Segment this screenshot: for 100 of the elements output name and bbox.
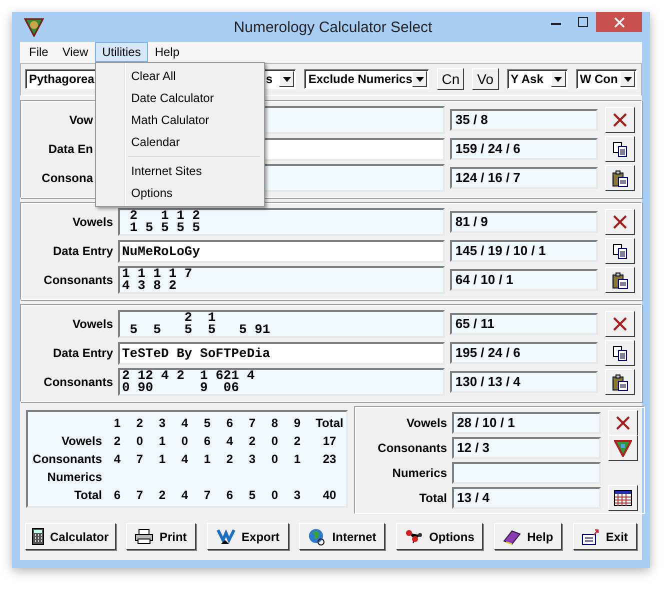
menu-option[interactable]: Options xyxy=(98,182,262,204)
clear-button[interactable] xyxy=(605,311,635,337)
clipboard-icon xyxy=(612,374,628,390)
molecule-icon xyxy=(405,528,424,544)
triangle-logo-icon xyxy=(24,17,44,37)
menu-option[interactable]: Internet Sites xyxy=(98,160,262,182)
field-label: Consonants xyxy=(44,375,113,389)
input-field: 2 12 4 2 1 621 4 0 90 9 06 xyxy=(118,368,446,396)
menu-option[interactable]: Date Calculator xyxy=(98,87,262,109)
result-field: 28 / 10 / 1 xyxy=(452,412,601,434)
field-label: Data En xyxy=(48,142,93,156)
menu-item[interactable]: Utilities xyxy=(95,42,148,62)
options-button[interactable]: Options xyxy=(396,523,484,550)
calendar-button[interactable] xyxy=(608,484,638,510)
column-header: 6 xyxy=(225,416,234,430)
input-field[interactable]: TeSTeD By SoFTPeDia xyxy=(118,342,446,364)
row-label: Consonants xyxy=(32,452,103,466)
column-header: 8 xyxy=(270,416,280,430)
table-cell: 1 xyxy=(294,452,301,466)
copy-icon xyxy=(612,345,628,361)
menu-item[interactable]: Help xyxy=(148,42,186,62)
result-field: 195 / 24 / 6 xyxy=(450,342,598,364)
book-icon xyxy=(503,528,522,544)
copy-button[interactable] xyxy=(605,136,635,162)
menu-option[interactable]: Calendar xyxy=(98,131,262,153)
maximize-icon xyxy=(578,17,588,27)
table-cell: 2 xyxy=(158,488,166,502)
calculator-icon xyxy=(32,528,44,545)
export-button[interactable]: Export xyxy=(206,523,289,550)
field-label: Consonants xyxy=(44,273,113,287)
field-label: Vowels xyxy=(72,317,113,331)
window-title: Numerology Calculator Select xyxy=(232,18,434,36)
globe-icon xyxy=(308,528,326,546)
dropdown-field[interactable]: Exclude Numerics xyxy=(304,69,430,89)
input-field[interactable]: NuMeRoLoGy xyxy=(118,240,446,262)
table-cell: 6 xyxy=(114,488,121,502)
table-cell: 1 xyxy=(158,434,166,448)
column-header: 5 xyxy=(202,416,212,430)
table-cell: 1 xyxy=(158,452,166,466)
table-cell: 23 xyxy=(322,452,336,466)
field-label: Numerics xyxy=(391,466,447,480)
result-field: 130 / 13 / 4 xyxy=(450,371,598,393)
menu-option[interactable]: Clear All xyxy=(98,65,262,87)
table-cell: 0 xyxy=(271,434,278,448)
table-cell: 7 xyxy=(136,452,144,466)
table-cell: 3 xyxy=(248,452,256,466)
clear-button[interactable] xyxy=(605,209,635,235)
menu-option[interactable]: Math Calulator xyxy=(98,109,262,131)
paste-button[interactable] xyxy=(605,369,635,395)
clipboard-icon xyxy=(612,272,628,288)
help-button[interactable]: Help xyxy=(494,523,562,550)
table-cell: 1 xyxy=(204,452,211,466)
table-cell: 3 xyxy=(294,488,301,502)
column-header: 2 xyxy=(135,416,144,430)
dropdown-field[interactable]: W Con xyxy=(576,69,638,89)
table-cell: 6 xyxy=(204,434,211,448)
clear-button[interactable] xyxy=(605,107,635,133)
exit-button[interactable]: Exit xyxy=(572,523,637,550)
column-header: Total xyxy=(314,416,344,430)
close-button[interactable] xyxy=(596,12,642,32)
table-cell: 17 xyxy=(322,434,336,448)
result-field: 145 / 19 / 10 / 1 xyxy=(450,240,598,262)
field-label: Data Entry xyxy=(52,244,113,258)
table-cell: 40 xyxy=(322,488,336,502)
toggle-button[interactable]: Cn xyxy=(437,68,464,90)
exit-icon xyxy=(582,528,600,544)
internet-button[interactable]: Internet xyxy=(299,523,386,550)
result-field: 35 / 8 xyxy=(450,109,598,131)
input-field: 1 1 1 1 7 4 3 8 2 xyxy=(118,266,446,294)
table-cell: 2 xyxy=(226,452,234,466)
print-button[interactable]: Print xyxy=(126,523,196,550)
field-label: Consona xyxy=(42,171,93,185)
field-label: Total xyxy=(418,490,447,504)
caret-icon xyxy=(554,76,562,82)
menu-item[interactable]: View xyxy=(55,42,96,62)
paste-button[interactable] xyxy=(605,267,635,293)
copy-button[interactable] xyxy=(605,340,635,366)
table-cell: 0 xyxy=(271,452,278,466)
close-icon xyxy=(614,16,624,28)
close-icon xyxy=(612,316,628,332)
result-field: 124 / 16 / 7 xyxy=(450,167,598,189)
triangle-button[interactable] xyxy=(608,434,638,460)
clear-button[interactable] xyxy=(608,410,638,436)
column-header: 7 xyxy=(248,416,257,430)
copy-button[interactable] xyxy=(605,238,635,264)
dropdown-field[interactable]: Y Ask xyxy=(506,69,568,89)
menu-item[interactable]: File xyxy=(22,42,56,62)
paste-button[interactable] xyxy=(605,165,635,191)
document-arrow-icon xyxy=(216,528,236,545)
table-cell: 7 xyxy=(136,488,144,502)
printer-icon xyxy=(135,529,154,544)
calculator-button[interactable]: Calculator xyxy=(25,523,116,550)
table-cell: 2 xyxy=(114,434,121,448)
toggle-button[interactable]: Vo xyxy=(472,68,499,90)
table-cell: 0 xyxy=(136,434,144,448)
calendar-icon xyxy=(614,490,632,506)
close-icon xyxy=(612,214,628,230)
table-cell: 4 xyxy=(226,434,234,448)
column-header: 9 xyxy=(292,416,302,430)
table-cell: 4 xyxy=(181,488,188,502)
